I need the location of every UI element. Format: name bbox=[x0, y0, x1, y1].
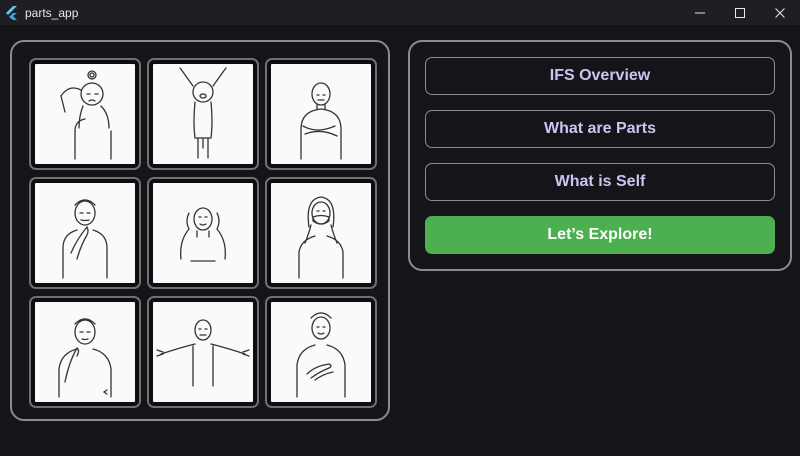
title-bar: parts_app bbox=[0, 0, 800, 25]
illustration-grid bbox=[10, 40, 390, 421]
illustration-arms-open bbox=[153, 302, 253, 402]
tile-covering-ears[interactable] bbox=[147, 177, 259, 289]
illustration-pondering-person bbox=[35, 302, 135, 402]
tile-arms-crossed[interactable] bbox=[265, 58, 377, 170]
tile-arms-open[interactable] bbox=[147, 296, 259, 408]
minimize-icon bbox=[695, 12, 705, 13]
illustration-excited-child bbox=[153, 64, 253, 164]
illustration-covering-ears bbox=[153, 183, 253, 283]
maximize-button[interactable] bbox=[720, 0, 760, 25]
ifs-overview-button[interactable]: IFS Overview bbox=[425, 57, 775, 95]
window-title: parts_app bbox=[25, 5, 79, 20]
tile-confused-person[interactable] bbox=[29, 58, 141, 170]
illustration-thinking-person bbox=[35, 183, 135, 283]
lets-explore-button[interactable]: Let’s Explore! bbox=[425, 216, 775, 254]
what-is-self-button[interactable]: What is Self bbox=[425, 163, 775, 201]
what-are-parts-button[interactable]: What are Parts bbox=[425, 110, 775, 148]
close-button[interactable] bbox=[760, 0, 800, 25]
minimize-button[interactable] bbox=[680, 0, 720, 25]
illustration-confused-person bbox=[35, 64, 135, 164]
navigation-menu: IFS Overview What are Parts What is Self… bbox=[408, 40, 792, 271]
tile-covering-mouth[interactable] bbox=[265, 177, 377, 289]
maximize-icon bbox=[735, 7, 745, 18]
tile-pondering-person[interactable] bbox=[29, 296, 141, 408]
illustration-hand-on-heart bbox=[271, 302, 371, 402]
tile-hand-on-heart[interactable] bbox=[265, 296, 377, 408]
flutter-logo-icon bbox=[5, 5, 19, 20]
illustration-arms-crossed bbox=[271, 64, 371, 164]
illustration-covering-mouth bbox=[271, 183, 371, 283]
tile-thinking-person[interactable] bbox=[29, 177, 141, 289]
close-icon bbox=[775, 7, 785, 18]
tile-excited-child[interactable] bbox=[147, 58, 259, 170]
